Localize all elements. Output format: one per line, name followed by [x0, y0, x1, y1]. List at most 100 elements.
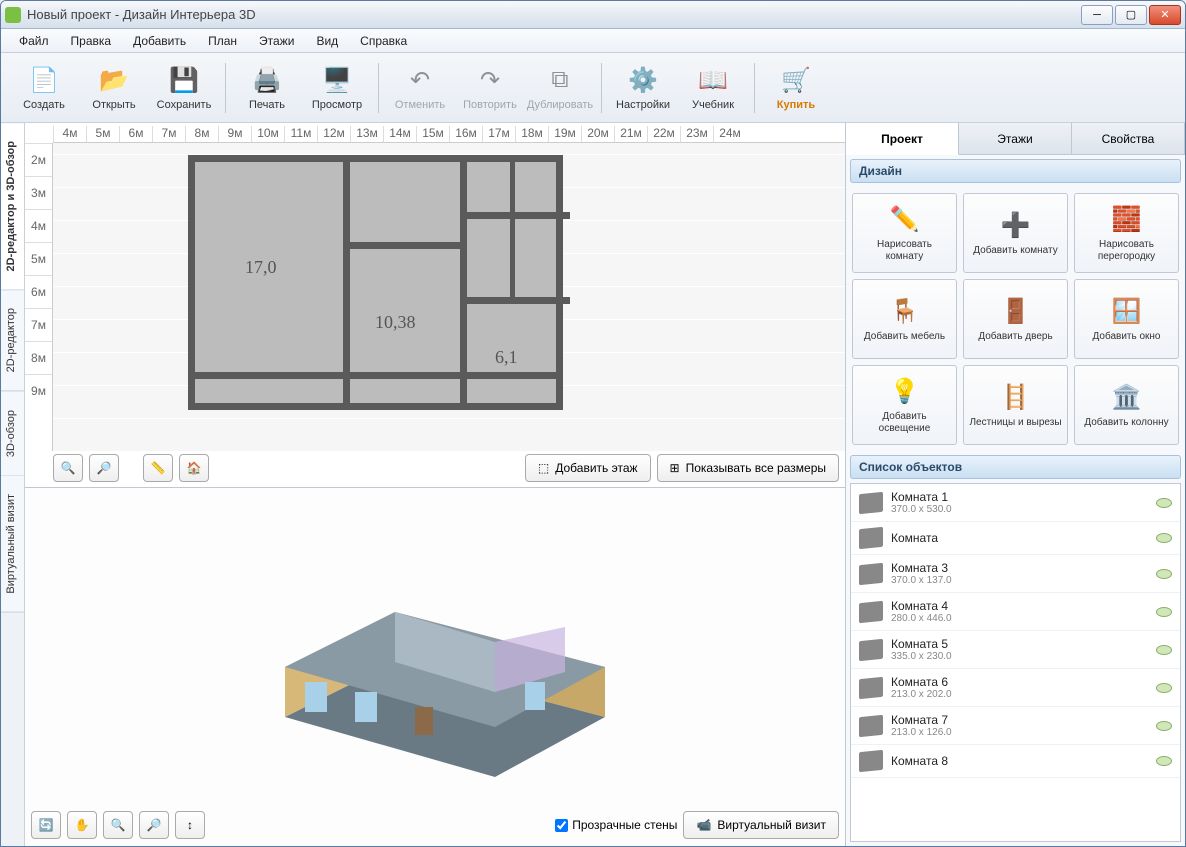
menu-view[interactable]: Вид — [306, 31, 348, 51]
save-button[interactable]: 💾Сохранить — [149, 57, 219, 119]
object-dim: 213.0 x 202.0 — [891, 689, 1148, 700]
menu-add[interactable]: Добавить — [123, 31, 196, 51]
eye-icon[interactable] — [1156, 683, 1172, 693]
tab-floors[interactable]: Этажи — [959, 123, 1072, 154]
settings-button[interactable]: ⚙️Настройки — [608, 57, 678, 119]
cart-icon: 🛒 — [780, 64, 812, 96]
object-dim: 370.0 x 137.0 — [891, 575, 1148, 586]
add-room-button[interactable]: ➕Добавить комнату — [963, 193, 1068, 273]
eye-icon[interactable] — [1156, 645, 1172, 655]
eye-icon[interactable] — [1156, 756, 1172, 766]
zoom-out-3d-button[interactable]: 🔍 — [103, 811, 133, 839]
show-dims-button[interactable]: ⊞Показывать все размеры — [657, 454, 839, 482]
object-name: Комната 6 — [891, 675, 1148, 689]
window-title: Новый проект - Дизайн Интерьера 3D — [27, 7, 1081, 22]
draw-room-button[interactable]: ✏️Нарисовать комнату — [852, 193, 957, 273]
axis-button[interactable]: ↕ — [175, 811, 205, 839]
eye-icon[interactable] — [1156, 607, 1172, 617]
stack-icon: ⬚ — [538, 461, 549, 475]
menu-plan[interactable]: План — [198, 31, 247, 51]
add-window-button[interactable]: 🪟Добавить окно — [1074, 279, 1179, 359]
dims-icon: ⊞ — [670, 461, 680, 475]
object-name: Комната 4 — [891, 599, 1148, 613]
preview-button[interactable]: 🖥️Просмотр — [302, 57, 372, 119]
menu-file[interactable]: Файл — [9, 31, 59, 51]
list-item[interactable]: Комната 6213.0 x 202.0 — [851, 669, 1180, 707]
orbit-button[interactable]: 🔄 — [31, 811, 61, 839]
eye-icon[interactable] — [1156, 721, 1172, 731]
object-dim: 370.0 x 530.0 — [891, 504, 1148, 515]
pan-button[interactable]: ✋ — [67, 811, 97, 839]
object-dim: 335.0 x 230.0 — [891, 651, 1148, 662]
zoom-out-button[interactable]: 🔍 — [53, 454, 83, 482]
toolbar-2d: 🔍 🔎 📏 🏠 ⬚Добавить этаж ⊞Показывать все р… — [53, 453, 839, 483]
eye-icon[interactable] — [1156, 569, 1172, 579]
close-button[interactable]: ✕ — [1149, 5, 1181, 25]
chair-icon: 🪑 — [889, 295, 921, 327]
canvas-2d[interactable]: 17,0 10,38 6,1 — [53, 143, 845, 451]
room-label-1: 17,0 — [245, 257, 277, 278]
minimize-button[interactable]: ─ — [1081, 5, 1113, 25]
list-item[interactable]: Комната 1370.0 x 530.0 — [851, 484, 1180, 522]
orbit-icon: 🔄 — [39, 818, 54, 832]
tab-virtual[interactable]: Виртуальный визит — [1, 476, 24, 613]
tab-3d[interactable]: 3D-обзор — [1, 392, 24, 476]
object-dim: 213.0 x 126.0 — [891, 727, 1148, 738]
bulb-icon: 💡 — [889, 375, 921, 407]
tab-props[interactable]: Свойства — [1072, 123, 1185, 154]
zoom-in-icon: 🔎 — [147, 818, 162, 832]
cube-icon — [859, 750, 883, 773]
list-item[interactable]: Комната 8 — [851, 745, 1180, 778]
add-column-button[interactable]: 🏛️Добавить колонну — [1074, 365, 1179, 445]
ruler-button[interactable]: 📏 — [143, 454, 173, 482]
buy-button[interactable]: 🛒Купить — [761, 57, 831, 119]
object-name: Комната — [891, 531, 1148, 545]
eye-icon[interactable] — [1156, 533, 1172, 543]
plan-3d-viewport[interactable]: 🔄 ✋ 🔍 🔎 ↕ Прозрачные стены 📹Виртуальный … — [25, 488, 845, 846]
eye-icon[interactable] — [1156, 498, 1172, 508]
add-floor-button[interactable]: ⬚Добавить этаж — [525, 454, 651, 482]
zoom-in-button[interactable]: 🔎 — [89, 454, 119, 482]
list-item[interactable]: Комната — [851, 522, 1180, 555]
door-icon: 🚪 — [1000, 295, 1032, 327]
design-tools-grid: ✏️Нарисовать комнату ➕Добавить комнату 🧱… — [846, 187, 1185, 451]
design-section-header: Дизайн — [850, 159, 1181, 183]
manual-button[interactable]: 📖Учебник — [678, 57, 748, 119]
list-item[interactable]: Комната 5335.0 x 230.0 — [851, 631, 1180, 669]
maximize-button[interactable]: ▢ — [1115, 5, 1147, 25]
add-room-icon: ➕ — [1000, 209, 1032, 241]
window-icon: 🪟 — [1111, 295, 1143, 327]
object-list[interactable]: Комната 1370.0 x 530.0 Комната Комната 337… — [850, 483, 1181, 842]
stairs-button[interactable]: 🪜Лестницы и вырезы — [963, 365, 1068, 445]
menu-floors[interactable]: Этажи — [249, 31, 304, 51]
add-door-button[interactable]: 🚪Добавить дверь — [963, 279, 1068, 359]
open-button[interactable]: 📂Открыть — [79, 57, 149, 119]
transparent-walls-checkbox[interactable]: Прозрачные стены — [555, 818, 677, 832]
home-button[interactable]: 🏠 — [179, 454, 209, 482]
printer-icon: 🖨️ — [251, 64, 283, 96]
duplicate-button[interactable]: ⧉Дублировать — [525, 57, 595, 119]
draw-wall-button[interactable]: 🧱Нарисовать перегородку — [1074, 193, 1179, 273]
redo-button[interactable]: ↷Повторить — [455, 57, 525, 119]
toolbar-3d: 🔄 ✋ 🔍 🔎 ↕ Прозрачные стены 📹Виртуальный … — [31, 810, 839, 840]
virtual-visit-button[interactable]: 📹Виртуальный визит — [683, 811, 839, 839]
tab-project[interactable]: Проект — [846, 123, 959, 155]
list-item[interactable]: Комната 3370.0 x 137.0 — [851, 555, 1180, 593]
undo-button[interactable]: ↶Отменить — [385, 57, 455, 119]
tab-2d[interactable]: 2D-редактор — [1, 290, 24, 391]
floorplan[interactable]: 17,0 10,38 6,1 — [188, 155, 563, 410]
cube-icon — [859, 714, 883, 737]
menu-edit[interactable]: Правка — [61, 31, 122, 51]
create-button[interactable]: 📄Создать — [9, 57, 79, 119]
add-furniture-button[interactable]: 🪑Добавить мебель — [852, 279, 957, 359]
tab-2d-3d[interactable]: 2D-редактор и 3D-обзор — [1, 123, 24, 290]
zoom-in-3d-button[interactable]: 🔎 — [139, 811, 169, 839]
plan-2d-viewport[interactable]: 4м5м6м7м8м9м10м11м12м13м14м15м16м17м18м1… — [25, 123, 845, 488]
menu-help[interactable]: Справка — [350, 31, 417, 51]
cube-icon — [859, 600, 883, 623]
list-item[interactable]: Комната 4280.0 x 446.0 — [851, 593, 1180, 631]
list-item[interactable]: Комната 7213.0 x 126.0 — [851, 707, 1180, 745]
add-light-button[interactable]: 💡Добавить освещение — [852, 365, 957, 445]
home-icon: 🏠 — [187, 461, 202, 475]
print-button[interactable]: 🖨️Печать — [232, 57, 302, 119]
